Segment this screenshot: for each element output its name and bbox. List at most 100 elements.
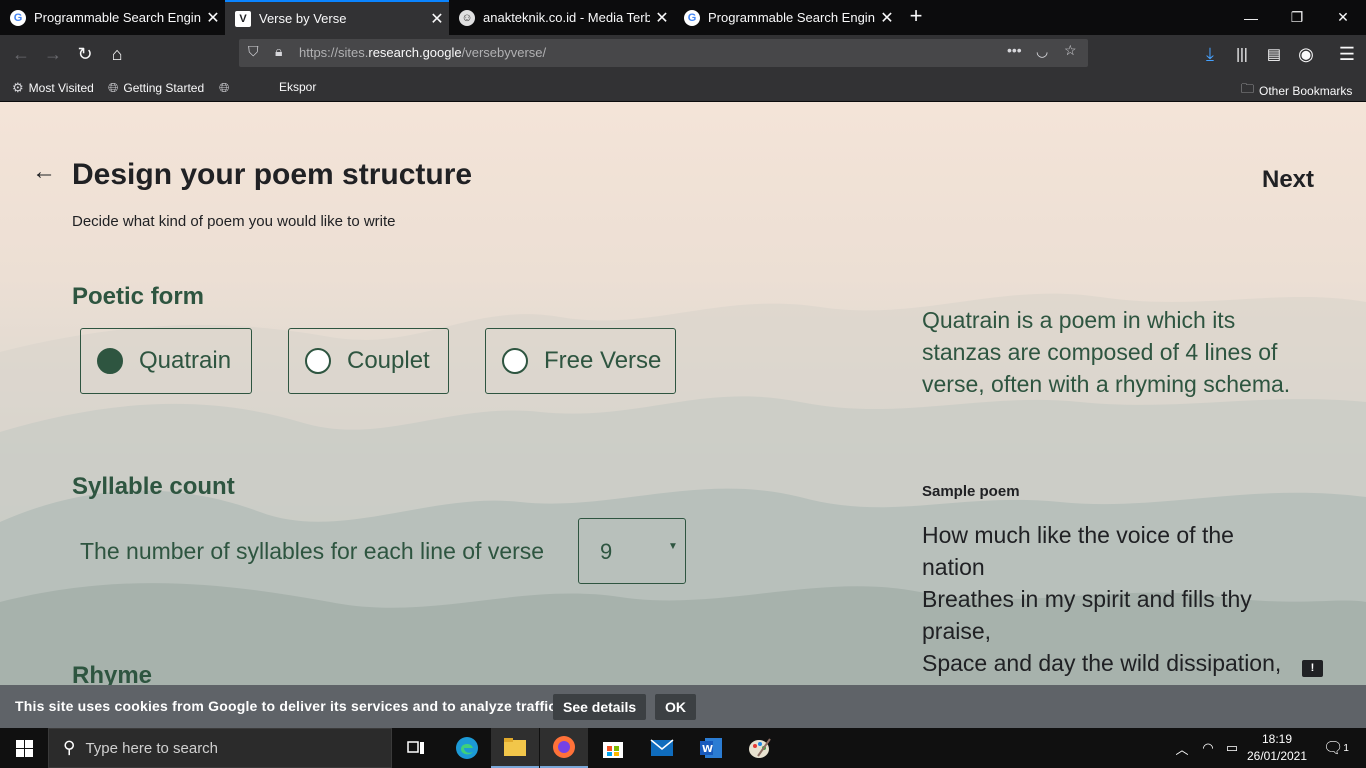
tab-programmable-search-1[interactable]: G Programmable Search Engine ✕ [0,0,225,35]
option-label: Couplet [347,347,430,374]
search-icon: ⚲ [63,738,76,757]
bookmark-label: Most Visited [28,81,94,95]
edge-icon[interactable] [443,728,491,768]
tab-anakteknik[interactable]: ☺ anakteknik.co.id - Media Terbe ✕ [449,0,674,35]
sidebar-icon[interactable]: ▤ [1259,39,1289,69]
sample-poem: How much like the voice of the nation Br… [922,519,1302,679]
ok-button[interactable]: OK [655,694,696,720]
windows-start-icon[interactable] [0,728,48,768]
option-label: Quatrain [139,347,232,374]
option-quatrain[interactable]: Quatrain [80,328,252,394]
clock-time: 18:19 [1261,732,1293,746]
bookmark-most-visited[interactable]: ⚙ Most Visited [12,80,94,96]
clock-date: 26/01/2021 [1246,749,1308,763]
downloads-icon[interactable]: ⤓ [1195,39,1225,69]
tab-title: anakteknik.co.id - Media Terbe [483,10,650,25]
syllable-select[interactable]: 9 ▼ [578,518,686,584]
close-tab-icon[interactable]: ✕ [875,8,899,28]
file-explorer-icon[interactable] [491,728,539,768]
tab-verse-by-verse[interactable]: V Verse by Verse ✕ [225,0,449,35]
forward-icon[interactable]: → [38,39,68,69]
bookmark-getting-started[interactable]: 🌐︎ Getting Started [108,80,204,96]
browser-nav-bar: ← → ↻ ⌂ ⛉ 🔒︎ https://sites.research.goog… [0,35,1366,72]
option-couplet[interactable]: Couplet [288,328,449,394]
cookie-text: This site uses cookies from Google to de… [15,698,561,714]
radio-unselected-icon[interactable] [502,348,528,374]
account-icon[interactable]: ◉ [1291,39,1321,69]
next-button[interactable]: Next [1262,166,1314,194]
tray-chevron-icon[interactable]: ︿ [1170,728,1194,768]
bookmarks-bar: ⚙ Most Visited 🌐︎ Getting Started 🌐︎ Eks… [0,72,1366,102]
search-placeholder: Type here to search [85,739,219,757]
tab-title: Programmable Search Engine [34,10,201,25]
google-g-icon: G [10,9,26,26]
close-tab-icon[interactable]: ✕ [201,8,225,28]
minimize-icon[interactable]: ― [1228,0,1274,35]
notification-center-icon[interactable]: 🗨︎ 1 [1318,728,1354,768]
new-tab-icon[interactable]: + [903,3,929,29]
mail-icon[interactable] [638,728,686,768]
task-view-icon[interactable] [392,728,440,768]
gear-icon: ⚙ [12,80,24,95]
tab-programmable-search-2[interactable]: G Programmable Search Engine ✕ [674,0,899,35]
option-free-verse[interactable]: Free Verse [485,328,676,394]
poem-line: Space and day the wild dissipation, [922,650,1282,676]
see-details-button[interactable]: See details [553,694,647,720]
bookmark-ekspor[interactable]: Ekspor [279,80,316,94]
reload-icon[interactable]: ↻ [70,39,100,69]
pocket-icon[interactable]: ◡ [1036,43,1048,60]
word-icon[interactable]: W [687,728,735,768]
notification-count: 1 [1343,742,1349,754]
system-clock[interactable]: 18:19 26/01/2021 [1244,731,1310,765]
windows-taskbar: ⚲ Type here to search W ︿ ◠ ▭ 18:19 26/0… [0,728,1366,768]
radio-unselected-icon[interactable] [305,348,331,374]
tab-title: Verse by Verse [259,11,347,26]
form-description: Quatrain is a poem in which its stanzas … [922,307,1291,397]
taskbar-search[interactable]: ⚲ Type here to search [48,728,392,768]
more-actions-icon[interactable]: ••• [1007,42,1022,58]
bookmark-star-icon[interactable]: ☆ [1064,42,1077,59]
verse-v-icon: V [235,10,251,27]
url-text[interactable]: https://sites.research.google/versebyver… [299,45,546,60]
menu-icon[interactable]: ☰ [1332,39,1362,69]
poetic-form-heading: Poetic form [72,283,205,310]
tab-title: Programmable Search Engine [708,10,875,25]
battery-icon[interactable]: ▭ [1220,728,1244,768]
folder-icon: 🗀︎ [1241,81,1255,96]
url-bar[interactable]: ⛉ 🔒︎ https://sites.research.google/verse… [239,39,1088,67]
bookmark-label: Ekspor [279,80,317,94]
bookmark-label: Getting Started [123,81,205,95]
shield-icon[interactable]: ⛉ [248,43,259,60]
page-content: ← Design your poem structure Decide what… [0,102,1366,685]
bookmark-other[interactable]: 🗀︎ Other Bookmarks [1241,80,1352,102]
home-icon[interactable]: ⌂ [102,39,132,69]
close-tab-icon[interactable]: ✕ [650,8,674,28]
sample-poem-heading: Sample poem [922,483,1020,500]
browser-tab-bar: G Programmable Search Engine ✕ V Verse b… [0,0,1366,35]
poem-line: Breathes in my spirit and fills thy prai… [922,586,1252,644]
library-icon[interactable]: ||| [1227,39,1257,69]
anakteknik-icon: ☺ [459,9,475,26]
syllable-value: 9 [600,539,613,564]
close-window-icon[interactable]: ✕ [1320,0,1366,35]
poem-line: How much like the voice of the nation [922,522,1234,580]
firefox-icon[interactable] [540,728,588,768]
store-icon[interactable] [589,728,637,768]
feedback-icon[interactable]: ! [1302,660,1323,677]
back-arrow-icon[interactable]: ← [32,158,56,186]
syllable-count-heading: Syllable count [72,473,235,500]
lock-icon[interactable]: 🔒︎ [275,43,282,60]
svg-text:W: W [702,744,713,755]
option-label: Free Verse [544,347,662,374]
syllable-label: The number of syllables for each line of… [80,538,545,564]
cookie-banner: This site uses cookies from Google to de… [0,685,1366,728]
network-icon[interactable]: ◠ [1196,728,1220,768]
back-icon[interactable]: ← [6,39,36,69]
paint-icon[interactable] [736,728,784,768]
close-tab-icon[interactable]: ✕ [425,9,449,29]
dropdown-caret-icon: ▼ [668,541,678,552]
bookmark-globe[interactable]: 🌐︎ [219,80,234,96]
restore-icon[interactable]: ❐ [1274,0,1320,35]
radio-selected-icon[interactable] [97,348,123,374]
page-subtitle: Decide what kind of poem you would like … [72,213,396,230]
